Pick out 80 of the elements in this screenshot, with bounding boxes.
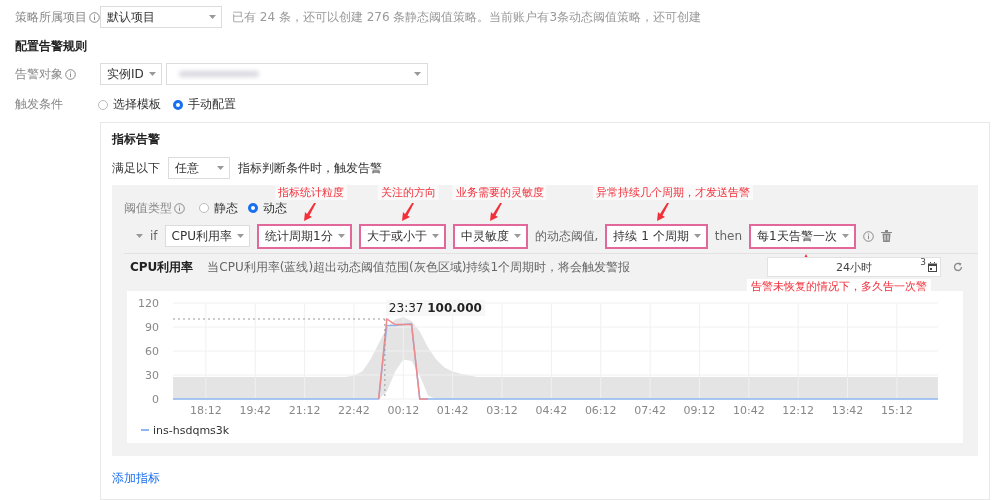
x-tick-label: 21:12 (288, 404, 321, 417)
y-tick-label: 60 (145, 345, 159, 358)
time-range-value: 24小时 (836, 259, 872, 275)
superscript-label: 3 (920, 257, 926, 267)
caret-icon (217, 166, 224, 170)
field-label: 策略所属项目 (15, 8, 87, 26)
calendar-icon (928, 262, 937, 272)
quota-note: 已有 24 条，还可以创建 276 条静态阈值策略。当前账户有3条动态阈值策略，还可创建 (232, 8, 702, 26)
info-icon (862, 230, 874, 242)
condition-label: 指标判断条件时，触发告警 (238, 159, 382, 177)
x-tick-label: 13:42 (831, 404, 864, 417)
y-tick-label: 30 (145, 369, 159, 382)
callout-arrow (304, 202, 317, 221)
info-icon (89, 11, 100, 23)
caret-icon (841, 234, 849, 238)
y-tick-label: 90 (145, 321, 159, 334)
condition-label: 满足以下 (112, 159, 160, 177)
section-title: 配置告警规则 (15, 38, 88, 55)
callout-arrow (490, 202, 503, 221)
caret-icon (693, 234, 701, 238)
x-tick-label: 04:42 (535, 404, 568, 417)
rule-text: 的动态阈值, (534, 227, 599, 245)
rule-text: then (714, 229, 742, 243)
x-tick-label: 01:42 (436, 404, 469, 417)
x-tick-label: 09:12 (683, 404, 716, 417)
caret-icon (337, 234, 345, 238)
chart-description: 当CPU利用率(蓝线)超出动态阈值范围(灰色区域)持续1个周期时，将会触发警报 (207, 258, 631, 276)
caret-icon (148, 72, 156, 76)
y-tick-label: 0 (152, 393, 159, 406)
rule-select[interactable]: CPU利用率 (164, 225, 250, 247)
rule-select[interactable]: 每1天告警一次 (749, 223, 856, 249)
y-tick-label: 120 (138, 297, 159, 310)
radio-button[interactable]: 选择模板 (98, 96, 161, 113)
x-tick-label: 22:42 (338, 404, 370, 417)
callout-label: 关注的方向 (377, 184, 439, 200)
time-range-field[interactable]: 24小时 3 (767, 257, 941, 277)
callout-label: 告警未恢复的情况下，多久告一次警 (747, 278, 932, 295)
refresh-icon[interactable] (953, 262, 963, 272)
caret-icon (431, 234, 439, 238)
rule-select[interactable]: 中灵敏度 (452, 223, 528, 249)
rule-select[interactable]: 持续 1 个周期 (605, 223, 708, 249)
field-label: 告警对象 (15, 65, 63, 83)
legend-item: ins-hsdqms3k (141, 424, 230, 437)
caret-icon (236, 234, 244, 238)
x-tick-label: 18:12 (190, 404, 222, 417)
type-select[interactable]: 实例ID (100, 63, 162, 85)
chart-title: CPU利用率 (130, 258, 194, 276)
caret-icon (413, 72, 421, 76)
rule-select[interactable]: 大于或小于 (358, 223, 446, 249)
callout-arrow (656, 202, 669, 221)
callout-label: 异常持续几个周期，才发送告警 (592, 184, 753, 200)
radio-button[interactable]: 静态 (199, 199, 238, 217)
radio-button[interactable]: 手动配置 (173, 96, 236, 113)
x-tick-label: 19:42 (239, 404, 272, 417)
callout-arrow (402, 202, 415, 221)
x-tick-label: 12:12 (782, 404, 814, 417)
rule-select[interactable]: 统计周期1分 (256, 223, 352, 249)
field-label: 触发条件 (15, 96, 63, 113)
project-select[interactable]: 默认项目 (100, 6, 222, 28)
x-tick-label: 06:12 (584, 404, 617, 417)
x-tick-label: 00:12 (387, 404, 420, 417)
caret-icon (209, 15, 216, 19)
expand-caret-icon[interactable] (136, 234, 143, 238)
field-label: 阈值类型 (124, 199, 172, 217)
add-metric-link[interactable]: 添加指标 (112, 470, 160, 487)
caret-icon (513, 234, 521, 238)
callout-label: 指标统计粒度 (275, 184, 348, 200)
condition-select[interactable]: 任意 (168, 157, 230, 179)
info-icon (65, 68, 76, 80)
x-tick-label: 03:12 (486, 404, 518, 417)
info-icon (174, 202, 185, 214)
radio-button[interactable]: 动态 (248, 199, 287, 217)
x-tick-label: 07:42 (634, 404, 666, 417)
callout-label: 业务需要的灵敏度 (452, 184, 547, 200)
delete-icon[interactable] (880, 230, 892, 242)
x-tick-label: 10:42 (732, 404, 765, 417)
rule-text: if (150, 229, 158, 243)
chart-tooltip: 23:37 100.000 (385, 300, 485, 316)
x-tick-label: 15:12 (881, 404, 913, 417)
panel-title: 指标告警 (112, 131, 161, 148)
